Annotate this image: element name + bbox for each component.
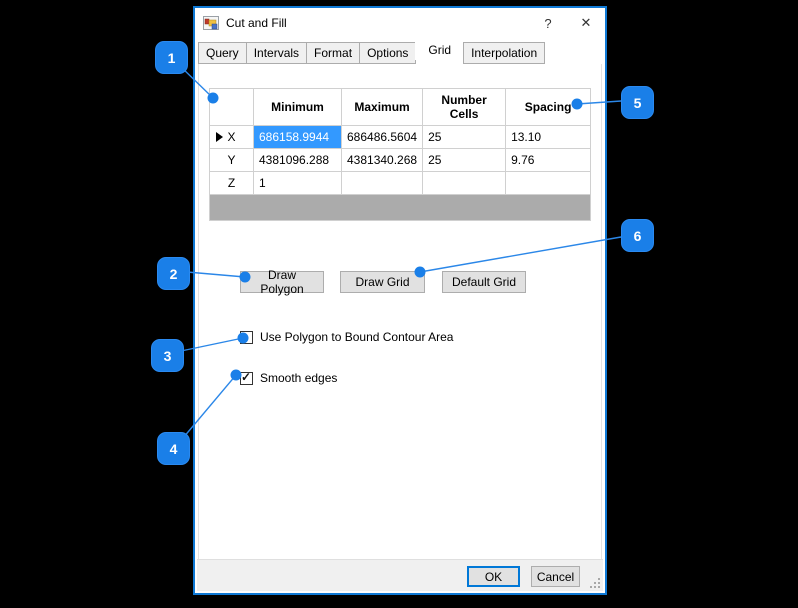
cell-y-number-cells[interactable]: 25 bbox=[422, 148, 507, 172]
use-polygon-checkbox-row[interactable]: Use Polygon to Bound Contour Area bbox=[240, 330, 453, 344]
cell-z-maximum[interactable] bbox=[340, 171, 424, 195]
smooth-edges-checkbox-row[interactable]: Smooth edges bbox=[240, 370, 337, 385]
column-header-minimum[interactable]: Minimum bbox=[253, 88, 342, 126]
cell-x-spacing[interactable]: 13.10 bbox=[505, 125, 592, 149]
column-header-maximum[interactable]: Maximum bbox=[340, 88, 424, 126]
callout-badge-1: 1 bbox=[155, 41, 188, 74]
cell-z-number-cells[interactable] bbox=[422, 171, 507, 195]
tab-strip: Query Intervals Format Options Grid Inte… bbox=[198, 40, 602, 64]
grid-filler-row bbox=[208, 194, 592, 221]
cancel-button[interactable]: Cancel bbox=[531, 566, 580, 587]
draw-grid-button[interactable]: Draw Grid bbox=[340, 271, 425, 293]
cut-and-fill-dialog: Cut and Fill ? ✕ Query Intervals Format … bbox=[193, 6, 607, 595]
tab-options[interactable]: Options bbox=[359, 42, 417, 64]
screenshot-canvas: Cut and Fill ? ✕ Query Intervals Format … bbox=[0, 0, 798, 608]
title-bar: Cut and Fill ? ✕ bbox=[195, 8, 605, 38]
tab-interpolation[interactable]: Interpolation bbox=[463, 42, 546, 64]
callout-badge-4: 4 bbox=[157, 432, 190, 465]
table-row-z: Z 1 bbox=[209, 171, 592, 195]
grid-empty-area bbox=[208, 194, 592, 221]
use-polygon-checkbox-label[interactable]: Use Polygon to Bound Contour Area bbox=[260, 330, 453, 344]
tab-grid[interactable]: Grid bbox=[415, 40, 465, 60]
grid-settings-table: Minimum Maximum Number Cells Spacing X 6… bbox=[208, 88, 592, 221]
cell-y-maximum[interactable]: 4381340.268 bbox=[340, 148, 424, 172]
resize-grip[interactable] bbox=[590, 578, 600, 588]
current-row-indicator-icon bbox=[216, 132, 223, 142]
cell-y-minimum[interactable]: 4381096.288 bbox=[253, 148, 342, 172]
cell-y-spacing[interactable]: 9.76 bbox=[505, 148, 592, 172]
column-header-spacing[interactable]: Spacing bbox=[505, 88, 592, 126]
table-row-x: X 686158.9944 686486.5604 25 13.10 bbox=[209, 125, 592, 149]
cell-x-maximum[interactable]: 686486.5604 bbox=[340, 125, 424, 149]
smooth-edges-checkbox-label[interactable]: Smooth edges bbox=[260, 371, 337, 385]
smooth-edges-checkbox[interactable] bbox=[240, 370, 253, 385]
cell-z-spacing[interactable] bbox=[505, 171, 592, 195]
corner-header-cell[interactable] bbox=[209, 88, 254, 126]
window-title: Cut and Fill bbox=[226, 16, 287, 30]
help-button[interactable]: ? bbox=[529, 8, 567, 38]
callout-badge-2: 2 bbox=[157, 257, 190, 290]
callout-badge-5: 5 bbox=[621, 86, 654, 119]
dialog-footer: OK Cancel bbox=[197, 559, 603, 591]
callout-badge-6: 6 bbox=[621, 219, 654, 252]
ok-button[interactable]: OK bbox=[467, 566, 520, 587]
close-button[interactable]: ✕ bbox=[567, 8, 605, 38]
table-header-row: Minimum Maximum Number Cells Spacing bbox=[209, 88, 592, 126]
tab-intervals[interactable]: Intervals bbox=[245, 42, 308, 64]
cell-x-minimum[interactable]: 686158.9944 bbox=[253, 125, 342, 149]
cell-z-minimum[interactable]: 1 bbox=[253, 171, 342, 195]
default-grid-button[interactable]: Default Grid bbox=[442, 271, 526, 293]
table-row-y: Y 4381096.288 4381340.268 25 9.76 bbox=[209, 148, 592, 172]
app-form-icon bbox=[203, 16, 219, 30]
tab-format[interactable]: Format bbox=[306, 42, 361, 64]
row-header-y[interactable]: Y bbox=[209, 148, 254, 172]
tab-query[interactable]: Query bbox=[198, 42, 247, 64]
cell-x-number-cells[interactable]: 25 bbox=[422, 125, 507, 149]
callout-badge-3: 3 bbox=[151, 339, 184, 372]
use-polygon-checkbox[interactable] bbox=[240, 330, 253, 344]
column-header-number-cells[interactable]: Number Cells bbox=[422, 88, 507, 126]
row-header-z[interactable]: Z bbox=[209, 171, 254, 195]
draw-polygon-button[interactable]: Draw Polygon bbox=[240, 268, 324, 296]
row-header-x[interactable]: X bbox=[209, 125, 254, 149]
